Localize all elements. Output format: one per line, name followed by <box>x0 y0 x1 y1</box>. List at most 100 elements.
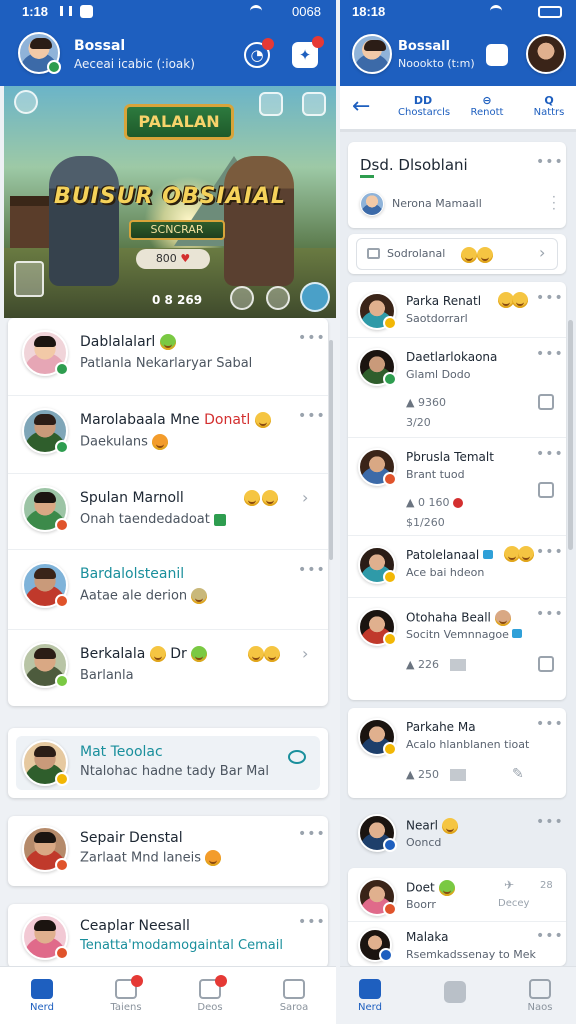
banner-player-icon[interactable] <box>230 286 254 310</box>
chat-row[interactable]: Otohaha Beall Socitn Vemnnagoe ▲ 226 ••• <box>348 598 566 700</box>
more-options-icon[interactable]: ••• <box>536 290 564 306</box>
chat-row[interactable]: Berkalala Dr Barlanla › <box>8 630 328 706</box>
chat-avatar <box>22 408 69 454</box>
warrior-left-illustration <box>49 156 119 286</box>
chat-row[interactable]: Parka Renatl Saotdorrarl ••• <box>348 282 566 338</box>
profile-avatar[interactable] <box>18 32 61 74</box>
game-banner[interactable]: PALALAN BUISUR OBSIAIAL SCNCRAR 800 ♥ 0 … <box>4 86 336 318</box>
nav-home[interactable]: Nerd <box>0 967 84 1024</box>
banner-ball-icon[interactable] <box>266 286 290 310</box>
chat-card[interactable]: Nearl Ooncd ••• <box>348 806 566 864</box>
banner-shield-icon[interactable] <box>302 92 326 116</box>
tasks-icon <box>115 975 143 999</box>
chat-row[interactable]: Spulan Marnoll Onah taendedadoat › <box>8 474 328 550</box>
scrollbar[interactable] <box>568 320 573 550</box>
chevron-right-icon[interactable]: › <box>302 488 308 507</box>
smile-emoji-icon <box>438 880 455 896</box>
chat-message: Aatae ale derion <box>80 588 208 604</box>
profile-name: Bossal <box>74 38 126 54</box>
more-options-icon[interactable]: ••• <box>298 562 326 578</box>
wifi-icon <box>250 5 262 17</box>
reply-icon[interactable] <box>288 750 306 764</box>
chevron-right-icon[interactable]: › <box>302 644 308 663</box>
chat-row[interactable]: Patolelanaal Ace bai hdeon ••• <box>348 536 566 598</box>
chat-row[interactable]: Pbrusla Temalt Brant tuod ▲ 0 160 $1/260… <box>348 438 566 536</box>
group-title: Dsd. Dlsoblani <box>360 156 468 174</box>
smile-emoji-icon <box>205 850 222 866</box>
image-icon[interactable] <box>538 482 554 498</box>
tab-report[interactable]: ⊖ Renott <box>462 94 512 118</box>
more-options-icon[interactable]: ••• <box>536 814 564 830</box>
group-card[interactable]: Dsd. Dlsoblani ••• Nerona Mamaall · · · <box>348 142 566 228</box>
chat-row[interactable]: Bardalolsteanil Aatae ale derion ••• <box>8 550 328 630</box>
chat-title: Doet <box>406 880 455 896</box>
chat-message: Brant tuod <box>406 468 465 481</box>
banner-cloud-icon[interactable] <box>300 282 330 312</box>
image-icon[interactable] <box>538 656 554 672</box>
banner-avatar-icon[interactable] <box>14 90 38 114</box>
more-options-icon[interactable]: ••• <box>298 914 326 930</box>
smile-emoji-icon <box>149 646 166 662</box>
game-play-button[interactable]: SCNCRAR <box>129 220 225 240</box>
nav-tasks[interactable]: Taiens <box>84 967 168 1024</box>
more-options-icon[interactable]: ••• <box>298 826 326 842</box>
more-options-icon[interactable]: ••• <box>298 330 326 346</box>
docs-icon <box>199 975 227 999</box>
banner-settings-icon[interactable] <box>259 92 283 116</box>
user-icon: ▲ <box>406 396 415 409</box>
search-card[interactable]: Sodrolanal › <box>348 234 566 274</box>
chat-row[interactable]: Marolabaala Mne Donatl Daekulans ••• <box>8 396 328 474</box>
chat-avatar <box>22 740 69 786</box>
chat-row[interactable]: Doet Boorr ✈ 28 Decey <box>348 868 566 922</box>
more-options-icon[interactable]: ••• <box>536 544 564 560</box>
more-options-icon[interactable]: ••• <box>536 928 564 944</box>
nav-store[interactable]: Naos <box>510 967 570 1024</box>
nav-home[interactable]: Nerd <box>340 967 400 1024</box>
banner-card-icon[interactable] <box>14 261 44 297</box>
status-time: 1:18 <box>22 4 49 19</box>
scrollbar[interactable] <box>329 340 333 560</box>
more-options-icon[interactable]: ••• <box>298 408 326 424</box>
chat-meta-sub: $1/260 <box>406 516 445 529</box>
member-avatar <box>360 192 384 216</box>
pin-icon[interactable]: ✎ <box>512 766 524 782</box>
nav-center-button[interactable] <box>444 981 466 1003</box>
more-options-icon[interactable]: ••• <box>536 154 564 170</box>
contact-avatar[interactable] <box>526 34 566 74</box>
more-options-icon[interactable]: ••• <box>536 606 564 622</box>
chat-card[interactable]: Sepair Denstal Zarlaat Mnd laneis ••• <box>8 816 328 886</box>
smile-emoji-icon <box>441 818 458 834</box>
more-options-icon[interactable]: ••• <box>536 446 564 462</box>
image-icon[interactable] <box>538 394 554 410</box>
chat-avatar <box>22 914 69 960</box>
tab-chats[interactable]: DD Chostarcls <box>398 94 450 118</box>
chat-message: Boorr <box>406 898 436 911</box>
chat-row[interactable]: Malaka Rsemkadssenay to Mek ••• <box>348 922 566 966</box>
nav-store[interactable]: Saroa <box>252 967 336 1024</box>
chat-card[interactable]: Parkahe Ma Acalo hlanblanen tioat ▲ 250 … <box>348 708 566 798</box>
smile-emoji-icon <box>512 292 528 308</box>
signal-icon <box>60 6 72 16</box>
nav-docs[interactable]: Deos <box>168 967 252 1024</box>
active-tab-indicator <box>340 129 576 131</box>
chat-title: Patolelanaal <box>406 548 493 562</box>
chat-card-group: Doet Boorr ✈ 28 Decey Malaka Rsemkadssen… <box>348 868 566 966</box>
more-options-icon[interactable]: ••• <box>536 346 564 362</box>
chat-row[interactable]: Daetlarlokaona Glaml Dodo ▲ 9360 3/20 ••… <box>348 338 566 438</box>
game-headline: BUISUR OBSIAIAL <box>54 184 286 209</box>
chevron-right-icon[interactable]: › <box>539 243 545 262</box>
featured-chat-card[interactable]: Mat Teoolac Ntalohac hadne tady Bar Mal <box>8 728 328 798</box>
pin-icon[interactable]: ✈ <box>504 878 514 892</box>
chat-card[interactable]: Ceaplar Neesall Tenatta'modamogaintal Ce… <box>8 904 328 968</box>
chat-message: Daekulans <box>80 434 169 450</box>
profile-avatar[interactable] <box>352 34 392 74</box>
tab-search[interactable]: Q Nattrs <box>524 94 574 118</box>
vertical-dots-icon[interactable]: · · · <box>552 191 556 215</box>
back-arrow-icon[interactable]: ← <box>352 94 370 119</box>
chat-title: Dablalalarl <box>80 334 176 350</box>
profile-name: Bossall <box>398 39 450 54</box>
more-options-icon[interactable]: ••• <box>536 716 564 732</box>
chat-row[interactable]: Dablalalarl Patlanla Nekarlaryar Sabal •… <box>8 318 328 396</box>
search-field[interactable]: Sodrolanal › <box>356 238 558 270</box>
dice-icon[interactable] <box>486 44 508 66</box>
